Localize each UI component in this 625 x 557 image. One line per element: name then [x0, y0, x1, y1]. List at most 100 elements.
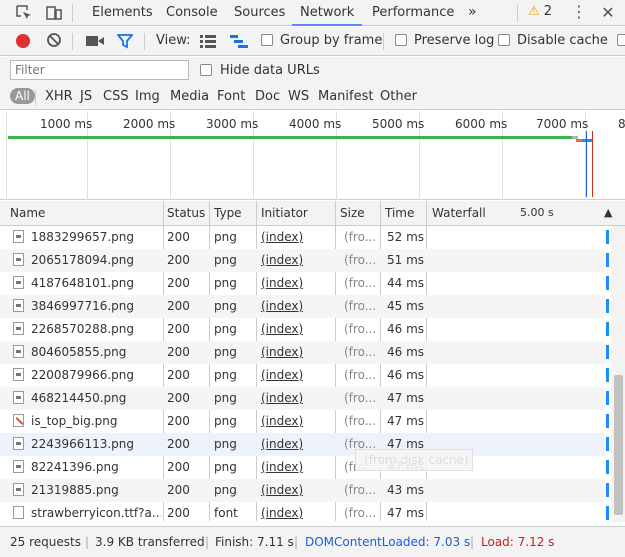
clear-icon[interactable]: [46, 32, 62, 51]
divider: [517, 4, 518, 22]
table-row[interactable]: 2200879966.png 200 png (index) (fro... 4…: [0, 364, 609, 387]
type-filter-css[interactable]: CSS: [103, 89, 129, 104]
table-row[interactable]: 2065178094.png 200 png (index) (fro... 5…: [0, 249, 609, 272]
request-initiator-link[interactable]: (index): [261, 299, 303, 313]
request-time: 47 ms: [387, 391, 425, 405]
request-initiator-link[interactable]: (index): [261, 414, 303, 428]
table-row[interactable]: 3846997716.png 200 png (index) (fro... 4…: [0, 295, 609, 318]
request-name: 4187648101.png: [31, 276, 135, 290]
image-file-icon: [13, 437, 24, 450]
preserve-log-checkbox[interactable]: [395, 34, 407, 46]
filter-icon[interactable]: [116, 33, 134, 52]
request-initiator-link[interactable]: (index): [261, 345, 303, 359]
scrollbar-thumb[interactable]: [614, 375, 623, 515]
network-overview[interactable]: 1000 ms 2000 ms 3000 ms 4000 ms 5000 ms …: [0, 111, 625, 200]
group-by-frame-checkbox[interactable]: [261, 34, 273, 46]
type-filter-xhr[interactable]: XHR: [45, 89, 73, 104]
request-size: (fro...: [344, 483, 377, 497]
request-initiator-link[interactable]: (index): [261, 391, 303, 405]
waterfall-bar: [606, 414, 609, 428]
type-filter-img[interactable]: Img: [135, 89, 160, 104]
table-row[interactable]: 804605855.png 200 png (index) (fro... 46…: [0, 341, 609, 364]
request-name: 82241396.png: [31, 460, 119, 474]
type-filter-ws[interactable]: WS: [288, 89, 309, 104]
tab-sources[interactable]: Sources: [226, 0, 293, 26]
type-filter-all[interactable]: All: [10, 88, 35, 104]
warnings-counter[interactable]: ⚠ 2: [528, 4, 552, 19]
more-options-icon[interactable]: ⋮: [569, 3, 589, 23]
large-request-rows-icon[interactable]: [200, 35, 216, 52]
waterfall-bar: [606, 322, 609, 336]
table-row[interactable]: 82241396.png 200 png (index) (fro... 47 …: [0, 456, 609, 479]
request-status: 200: [167, 230, 190, 244]
column-header-status[interactable]: Status: [167, 206, 205, 220]
capture-screenshots-icon[interactable]: [86, 35, 104, 50]
request-initiator-link[interactable]: (index): [261, 322, 303, 336]
group-by-frame-label: Group by frame: [280, 33, 383, 48]
type-filter-doc[interactable]: Doc: [255, 89, 280, 104]
sort-ascending-icon[interactable]: ▲: [604, 206, 612, 219]
waterfall-bar: [606, 483, 609, 497]
request-type: png: [214, 368, 237, 382]
tab-performance[interactable]: Performance: [364, 0, 462, 26]
tab-network[interactable]: Network: [292, 0, 363, 26]
filter-input[interactable]: [10, 60, 189, 80]
request-initiator-link[interactable]: (index): [261, 253, 303, 267]
column-header-size[interactable]: Size: [340, 206, 365, 220]
close-icon[interactable]: ✕: [598, 3, 618, 23]
request-size: (fro...: [344, 276, 377, 290]
request-initiator-link[interactable]: (index): [261, 460, 303, 474]
column-header-initiator[interactable]: Initiator: [261, 206, 308, 220]
inspect-element-icon[interactable]: [14, 3, 34, 23]
record-icon[interactable]: [16, 34, 30, 48]
table-row[interactable]: is_top_big.png 200 png (index) (fro... 4…: [0, 410, 609, 433]
type-filter-manifest[interactable]: Manifest: [318, 89, 373, 104]
column-header-time[interactable]: Time: [385, 206, 414, 220]
column-header-type[interactable]: Type: [214, 206, 242, 220]
request-initiator-link[interactable]: (index): [261, 276, 303, 290]
column-header-name[interactable]: Name: [10, 206, 45, 220]
request-initiator-link[interactable]: (index): [261, 506, 303, 520]
request-initiator-link[interactable]: (index): [261, 230, 303, 244]
request-status: 200: [167, 345, 190, 359]
device-toolbar-icon[interactable]: [44, 3, 64, 23]
more-tabs-button[interactable]: »: [460, 0, 485, 26]
request-type: png: [214, 460, 237, 474]
disable-cache-checkbox[interactable]: [498, 34, 510, 46]
table-row[interactable]: 1883299657.png 200 png (index) (fro... 5…: [0, 226, 609, 249]
table-row[interactable]: 4187648101.png 200 png (index) (fro... 4…: [0, 272, 609, 295]
request-name: 804605855.png: [31, 345, 127, 359]
type-filter-other[interactable]: Other: [380, 89, 417, 104]
image-file-icon: [13, 483, 24, 496]
request-size: (fro...: [344, 230, 377, 244]
request-status: 200: [167, 391, 190, 405]
divider: [144, 33, 145, 50]
overview-tick: 5000 ms: [372, 117, 425, 131]
show-overview-icon[interactable]: [230, 35, 248, 52]
hide-data-urls-checkbox[interactable]: [200, 64, 212, 76]
waterfall-bar: [606, 391, 609, 405]
network-toolbar: View: Group by frame Preserve log Disabl…: [0, 27, 625, 56]
divider: [383, 33, 384, 50]
table-row[interactable]: 468214450.png 200 png (index) (fro... 47…: [0, 387, 609, 410]
request-initiator-link[interactable]: (index): [261, 483, 303, 497]
request-initiator-link[interactable]: (index): [261, 368, 303, 382]
request-time: 46 ms: [387, 368, 425, 382]
request-size: (fro...: [344, 345, 377, 359]
offline-checkbox[interactable]: [617, 34, 625, 46]
table-row[interactable]: strawberryicon.ttf?a... 200 font (index)…: [0, 502, 609, 525]
tab-elements[interactable]: Elements: [84, 0, 161, 26]
type-filter-js[interactable]: JS: [80, 89, 92, 104]
table-row[interactable]: 2243966113.png 200 png (index) (fro... 4…: [0, 433, 609, 456]
disable-cache-label: Disable cache: [517, 33, 608, 48]
request-size: (fro...: [344, 322, 377, 336]
column-header-waterfall[interactable]: Waterfall: [432, 206, 486, 220]
overview-tick: 6000 ms: [455, 117, 508, 131]
table-row[interactable]: 2268570288.png 200 png (index) (fro... 4…: [0, 318, 609, 341]
waterfall-bar: [606, 230, 609, 244]
type-filter-font[interactable]: Font: [217, 89, 245, 104]
request-initiator-link[interactable]: (index): [261, 437, 303, 451]
table-row[interactable]: 21319885.png 200 png (index) (fro... 43 …: [0, 479, 609, 502]
tab-console[interactable]: Console: [158, 0, 226, 26]
type-filter-media[interactable]: Media: [170, 89, 209, 104]
